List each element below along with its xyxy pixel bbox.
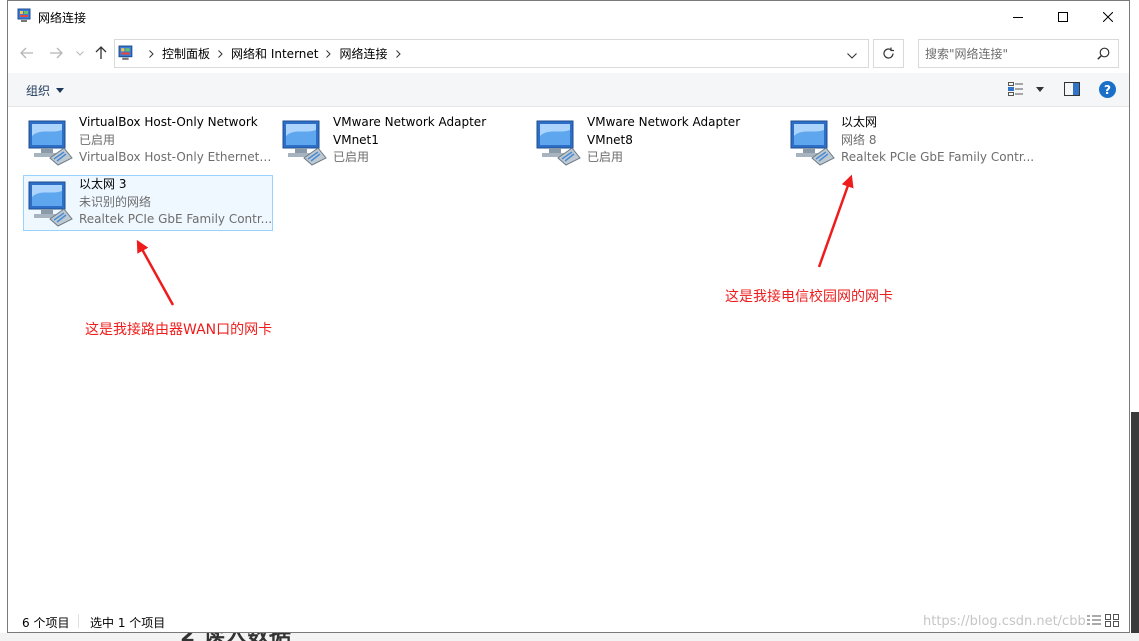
chevron-right-icon[interactable] — [395, 47, 401, 61]
explorer-window: 网络连接 控制面板 网络和 Internet 网络连接 搜索"网络连接" 组织 … — [7, 0, 1130, 633]
control-panel-icon — [118, 45, 133, 60]
network-adapter-icon — [28, 181, 73, 227]
connection-name: 以太网 — [841, 115, 878, 129]
connection-name: 以太网 3 — [79, 177, 127, 191]
network-adapter-icon — [790, 120, 835, 166]
help-icon[interactable]: ? — [1099, 81, 1116, 98]
watermark: https://blog.csdn.net/cbb — [923, 614, 1086, 629]
connection-item[interactable]: VMware Network Adapter VMnet1 已启用 — [277, 114, 527, 170]
minimize-button[interactable] — [995, 1, 1041, 32]
details-view-icon[interactable] — [1087, 614, 1101, 627]
chevron-right-icon — [149, 47, 154, 61]
network-adapter-icon — [536, 120, 581, 166]
connection-status: 已启用 — [587, 150, 624, 164]
connection-item[interactable]: VMware Network Adapter VMnet8 已启用 — [531, 114, 781, 170]
maximize-button[interactable] — [1040, 1, 1086, 32]
connection-name: VMware Network Adapter — [587, 115, 741, 129]
chevron-down-icon — [847, 53, 857, 59]
refresh-button[interactable] — [873, 39, 904, 68]
connection-name-line2: VMnet1 — [333, 132, 379, 147]
annotation-left: 这是我接路由器WAN口的网卡 — [85, 322, 273, 338]
chevron-right-icon[interactable] — [218, 47, 223, 61]
back-arrow-icon — [20, 47, 33, 59]
search-icon[interactable] — [1097, 47, 1110, 60]
back-button[interactable] — [17, 43, 37, 63]
selected-count: 选中 1 个项目 — [90, 616, 166, 630]
forward-button[interactable] — [46, 43, 66, 63]
window-title: 网络连接 — [38, 11, 87, 25]
close-icon — [1103, 11, 1113, 22]
network-connections-icon — [17, 8, 31, 22]
background-dark-strip — [1131, 412, 1139, 641]
large-icons-view-icon[interactable] — [1105, 614, 1119, 627]
refresh-icon — [883, 47, 894, 59]
navigation-bar: 控制面板 网络和 Internet 网络连接 — [8, 37, 1129, 69]
connection-name: VMware Network Adapter — [333, 115, 487, 129]
organize-label: 组织 — [26, 84, 51, 98]
search-box[interactable] — [918, 39, 1119, 68]
dropdown-caret-icon — [56, 88, 65, 93]
connection-device: Realtek PCIe GbE Family Contr... — [79, 212, 273, 226]
title-bar[interactable]: 网络连接 — [8, 1, 1129, 32]
maximize-icon — [1058, 11, 1068, 22]
connection-name: VirtualBox Host-Only Network — [79, 115, 258, 129]
recent-locations-button[interactable] — [73, 43, 87, 63]
background-page-strip — [0, 633, 1139, 641]
connection-status: 已启用 — [333, 150, 370, 164]
breadcrumb: 控制面板 网络和 Internet 网络连接 — [141, 40, 409, 67]
connection-network: 网络 8 — [841, 132, 877, 147]
change-view-button[interactable] — [1008, 82, 1044, 96]
breadcrumb-control-panel[interactable]: 控制面板 — [162, 45, 210, 62]
view-options-icon — [1008, 82, 1023, 96]
up-arrow-icon — [95, 46, 107, 59]
breadcrumb-network-connections[interactable]: 网络连接 — [339, 45, 387, 62]
up-button[interactable] — [91, 43, 111, 63]
chevron-down-icon — [76, 50, 84, 56]
status-divider — [78, 614, 79, 628]
connection-item[interactable]: VirtualBox Host-Only Network 已启用 Virtual… — [23, 114, 273, 170]
connection-item[interactable]: 以太网 网络 8 Realtek PCIe GbE Family Contr..… — [785, 114, 1035, 170]
address-bar[interactable]: 控制面板 网络和 Internet 网络连接 — [114, 39, 869, 68]
network-adapter-icon — [282, 120, 327, 166]
forward-arrow-icon — [50, 47, 63, 59]
preview-pane-button[interactable] — [1064, 82, 1080, 99]
connection-network: 未识别的网络 — [79, 194, 152, 209]
connection-status: 已启用 — [79, 132, 116, 147]
chevron-right-icon[interactable] — [326, 47, 332, 61]
close-button[interactable] — [1085, 1, 1129, 32]
dropdown-caret-icon[interactable] — [1036, 86, 1044, 92]
network-adapter-icon — [28, 120, 73, 166]
command-bar: 组织 ? — [8, 73, 1129, 107]
minimize-icon — [1013, 16, 1023, 18]
breadcrumb-network-internet[interactable]: 网络和 Internet — [231, 45, 318, 62]
item-count: 6 个项目 — [22, 616, 70, 630]
connection-device: Realtek PCIe GbE Family Contr... — [841, 150, 1035, 164]
search-input[interactable] — [925, 45, 1090, 62]
connection-item-selected[interactable]: 以太网 3 未识别的网络 Realtek PCIe GbE Family Con… — [23, 175, 273, 231]
preview-pane-icon — [1064, 82, 1080, 96]
address-history-button[interactable] — [847, 48, 857, 62]
status-bar: 6 个项目 选中 1 个项目 https://blog.csdn.net/cbb — [8, 609, 1129, 632]
connection-name-line2: VMnet8 — [587, 132, 633, 147]
annotation-right: 这是我接电信校园网的网卡 — [725, 289, 893, 305]
connection-device: VirtualBox Host-Only Ethernet ... — [79, 150, 273, 164]
organize-menu-button[interactable]: 组织 — [26, 82, 65, 99]
